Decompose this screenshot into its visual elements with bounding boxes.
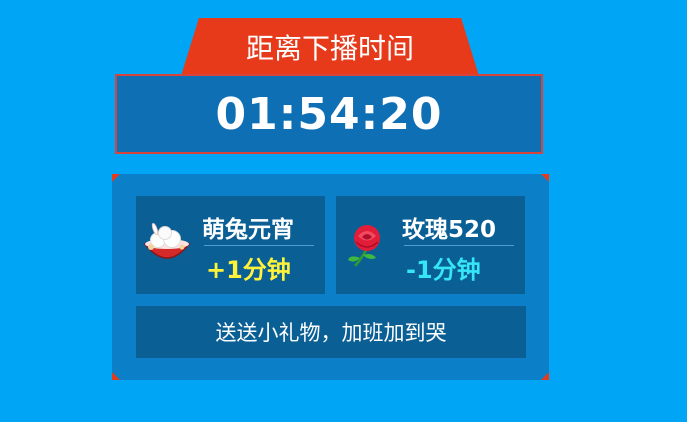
gift-card-tangyuan: 萌兔元宵 +1分钟 xyxy=(136,196,325,294)
slogan-text: 送送小礼物，加班加到哭 xyxy=(215,321,447,345)
gift-effect-plus: +1分钟 xyxy=(206,256,291,284)
slogan-bar: 送送小礼物，加班加到哭 xyxy=(136,306,526,358)
corner-decoration xyxy=(541,174,549,182)
gift-name: 玫瑰520 xyxy=(402,217,497,243)
countdown-timer-box: 01:54:20 xyxy=(115,74,543,154)
gift-rules-panel: 萌兔元宵 +1分钟 玫瑰520 -1分钟 送送小礼物，加班加到哭 xyxy=(112,174,549,380)
corner-decoration xyxy=(112,372,120,380)
corner-decoration xyxy=(541,372,549,380)
rose-icon xyxy=(348,225,380,267)
gift-card-rose: 玫瑰520 -1分钟 xyxy=(336,196,525,294)
countdown-timer-value: 01:54:20 xyxy=(215,88,443,140)
corner-decoration xyxy=(112,174,120,182)
gift-effect-minus: -1分钟 xyxy=(406,256,481,284)
divider xyxy=(204,245,314,246)
gift-name: 萌兔元宵 xyxy=(202,217,294,243)
countdown-title: 距离下播时间 xyxy=(245,32,414,65)
divider xyxy=(404,245,514,246)
tangyuan-bowl-icon xyxy=(143,222,191,259)
countdown-title-tab: 距离下播时间 xyxy=(181,18,479,76)
